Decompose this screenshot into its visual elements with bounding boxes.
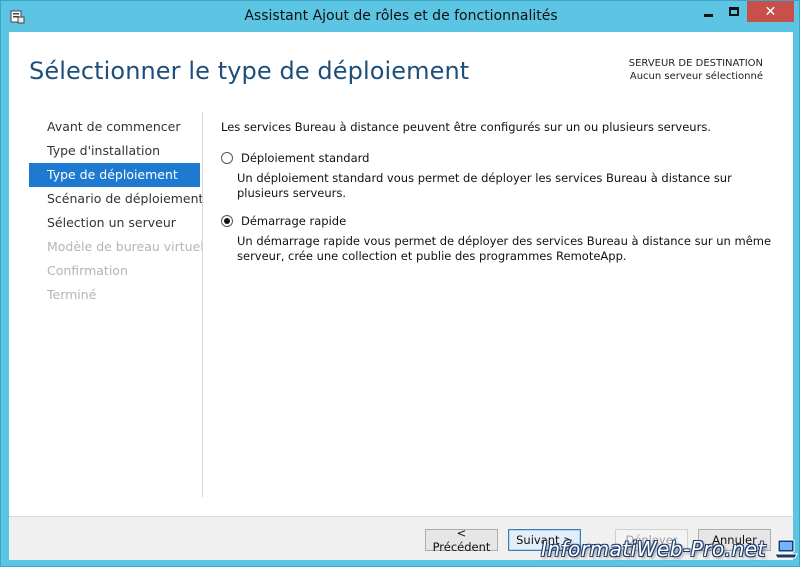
option-quick-start-description: Un démarrage rapide vous permet de déplo… [237,234,772,263]
close-button[interactable]: ✕ [747,1,794,22]
nav-item-modele-bureau-virtuel: Modèle de bureau virtuel [47,239,204,254]
nav-item-selection-serveur[interactable]: Sélection un serveur [29,211,200,235]
watermark-text: InformatiWeb-Pro.net [541,537,766,561]
nav-item-termine: Terminé [47,287,97,302]
nav-item-avant-de-commencer[interactable]: Avant de commencer [29,115,200,139]
nav-divider [202,112,203,497]
title-bar[interactable]: Assistant Ajout de rôles et de fonctionn… [1,1,800,32]
option-standard-row[interactable]: Déploiement standard [221,150,781,166]
minimize-button[interactable] [695,1,721,22]
option-quick-start-row[interactable]: Démarrage rapide [221,213,781,229]
minimize-icon [703,14,713,17]
nav-item-type-installation[interactable]: Type d'installation [29,139,200,163]
previous-button[interactable]: < Précédent [425,526,498,554]
nav-item-scenario-deploiement[interactable]: Scénario de déploiement [29,187,203,211]
nav-item-confirmation: Confirmation [47,263,128,278]
destination-label: SERVEUR DE DESTINATION [628,58,763,69]
radio-quick-start[interactable] [221,215,233,227]
nav-item-type-deploiement[interactable]: Type de déploiement [29,163,200,187]
page-title: Sélectionner le type de déploiement [29,57,470,85]
wizard-client-area: Sélectionner le type de déploiement SERV… [9,32,793,560]
destination-value: Aucun serveur sélectionné [629,71,763,82]
laptop-icon [774,539,798,559]
wizard-content: Les services Bureau à distance peuvent ê… [221,120,781,264]
intro-text: Les services Bureau à distance peuvent ê… [221,120,711,134]
option-quick-start-label[interactable]: Démarrage rapide [241,214,346,228]
maximize-button[interactable] [721,1,747,22]
destination-server-info: SERVEUR DE DESTINATION Aucun serveur sél… [629,57,763,83]
radio-standard[interactable] [221,152,233,164]
option-standard-description: Un déploiement standard vous permet de d… [237,171,732,200]
wizard-window: Assistant Ajout de rôles et de fonctionn… [0,0,800,567]
window-title: Assistant Ajout de rôles et de fonctionn… [244,8,558,24]
option-standard-label[interactable]: Déploiement standard [241,151,369,165]
wizard-nav: Avant de commencer Type d'installation T… [29,115,204,307]
close-icon: ✕ [764,3,777,20]
maximize-icon [729,7,739,16]
